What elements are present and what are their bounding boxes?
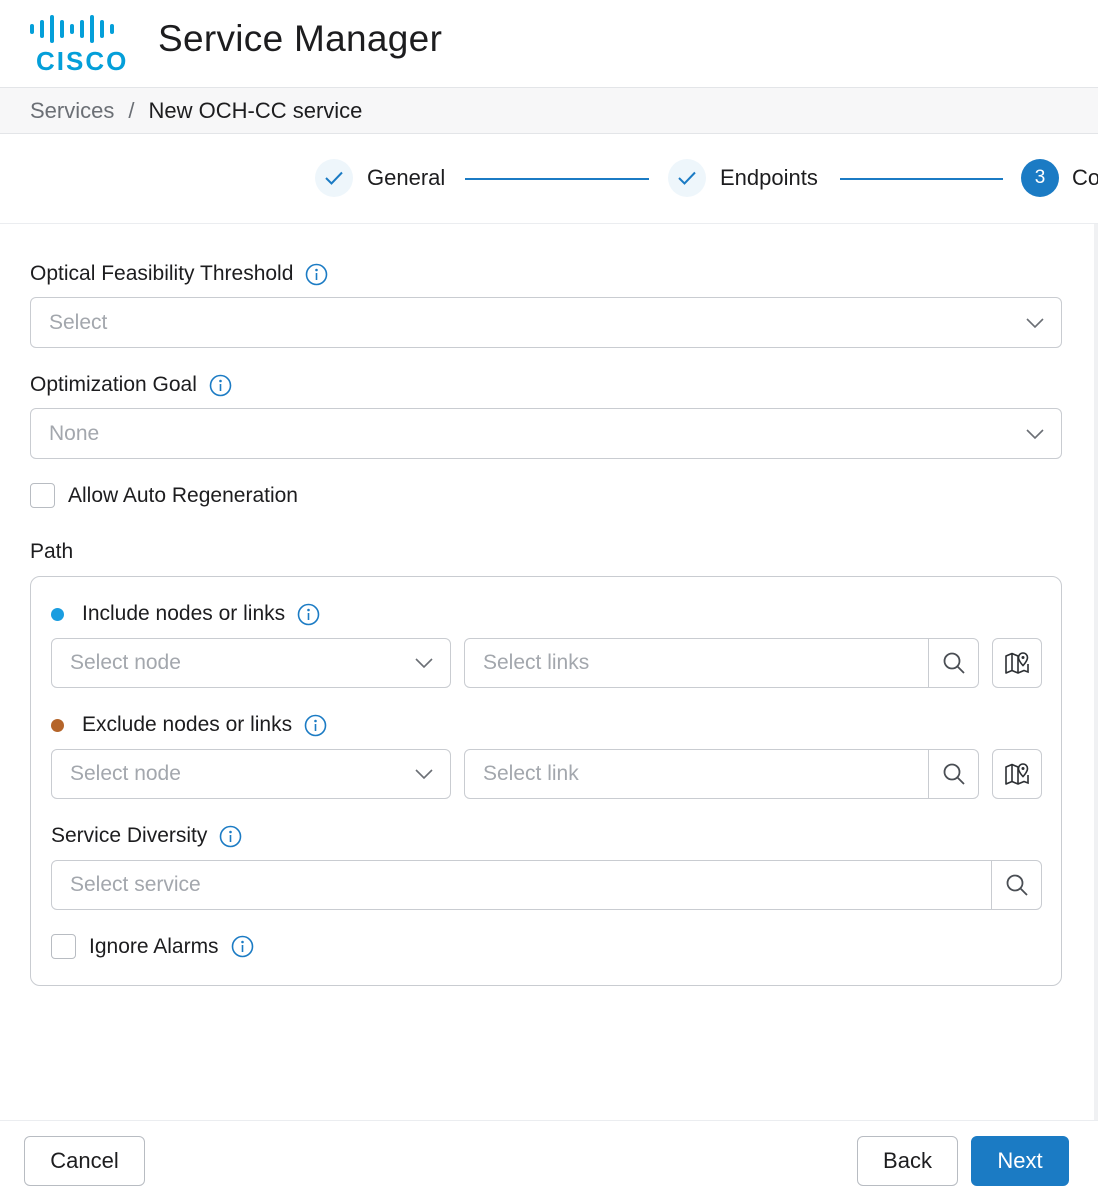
breadcrumb-current: New OCH-CC service (148, 97, 363, 123)
optimization-goal-label-text: Optimization Goal (30, 373, 197, 396)
ignore-alarms-label: Ignore Alarms (89, 934, 219, 958)
include-dot (51, 607, 64, 621)
auto-regeneration-row: Allow Auto Regeneration (30, 483, 298, 508)
exclude-node-placeholder: Select node (70, 762, 181, 785)
step-endpoints[interactable]: Endpoints (668, 158, 818, 198)
scrollbar-track[interactable] (1094, 224, 1098, 1120)
wizard-footer: Cancel Back Next (0, 1120, 1098, 1190)
auto-regeneration-label: Allow Auto Regeneration (68, 483, 298, 507)
checkmark-icon (325, 171, 343, 185)
map-pin-icon (1005, 652, 1029, 674)
search-icon (1006, 874, 1028, 896)
chevron-down-icon (415, 658, 433, 669)
breadcrumb: Services / New OCH-CC service (0, 88, 1098, 134)
constraints-form: Optical Feasibility Threshold Select Opt… (0, 224, 1098, 1120)
include-node-select[interactable]: Select node (51, 638, 451, 688)
exclude-dot (51, 718, 64, 732)
exclude-label-text: Exclude nodes or links (82, 713, 293, 736)
cancel-button[interactable]: Cancel (24, 1136, 145, 1186)
info-icon[interactable] (305, 263, 328, 286)
include-links-search-button[interactable] (928, 639, 978, 687)
service-diversity-search[interactable]: Select service (51, 860, 1042, 910)
include-links-placeholder: Select links (483, 651, 590, 674)
path-label: Path (30, 540, 74, 563)
info-icon[interactable] (297, 603, 320, 626)
optimization-goal-label: Optimization Goal (30, 373, 232, 397)
map-pin-icon (1005, 763, 1029, 785)
exclude-links-search[interactable]: Select link (464, 749, 979, 799)
service-manager-app: CISCO Service Manager Services / New OCH… (0, 0, 1098, 1190)
exclude-label: Exclude nodes or links (51, 713, 327, 737)
cisco-logo: CISCO (28, 14, 132, 76)
include-map-button[interactable] (992, 638, 1042, 688)
optical-threshold-select[interactable]: Select (30, 297, 1062, 348)
cisco-logo-bars (28, 14, 132, 44)
service-diversity-placeholder: Select service (70, 873, 201, 896)
service-diversity-label-text: Service Diversity (51, 824, 208, 847)
step-done-circle (668, 159, 706, 197)
info-icon[interactable] (231, 935, 254, 958)
search-icon (943, 763, 965, 785)
chevron-down-icon (415, 769, 433, 780)
app-header: CISCO Service Manager (0, 0, 1098, 88)
checkmark-icon (678, 171, 696, 185)
exclude-links-placeholder: Select link (483, 762, 579, 785)
optical-threshold-label: Optical Feasibility Threshold (30, 262, 328, 286)
app-title: Service Manager (158, 18, 443, 59)
optimization-goal-select[interactable]: None (30, 408, 1062, 459)
breadcrumb-services-link[interactable]: Services (30, 98, 114, 124)
info-icon[interactable] (304, 714, 327, 737)
wizard-stepper: General Endpoints 3 Co (0, 134, 1098, 224)
include-label-text: Include nodes or links (82, 602, 286, 625)
step-general[interactable]: General (315, 158, 445, 198)
back-button[interactable]: Back (857, 1136, 958, 1186)
auto-regeneration-checkbox[interactable] (30, 483, 55, 508)
ignore-alarms-row: Ignore Alarms (51, 934, 254, 959)
optimization-goal-value: None (49, 421, 100, 445)
service-diversity-label: Service Diversity (51, 824, 242, 848)
step-label: General (367, 165, 446, 190)
service-diversity-search-button[interactable] (991, 861, 1041, 909)
optical-threshold-label-text: Optical Feasibility Threshold (30, 262, 294, 285)
search-icon (943, 652, 965, 674)
info-icon[interactable] (219, 825, 242, 848)
step-number-circle: 3 (1021, 159, 1059, 197)
step-done-circle (315, 159, 353, 197)
next-button[interactable]: Next (971, 1136, 1069, 1186)
cisco-logo-wordmark: CISCO (36, 46, 129, 76)
step-current[interactable]: 3 Co (1021, 158, 1098, 198)
exclude-links-search-button[interactable] (928, 750, 978, 798)
exclude-map-button[interactable] (992, 749, 1042, 799)
include-label: Include nodes or links (51, 602, 320, 626)
exclude-node-select[interactable]: Select node (51, 749, 451, 799)
ignore-alarms-checkbox[interactable] (51, 934, 76, 959)
chevron-down-icon (1026, 428, 1044, 439)
breadcrumb-separator: / (128, 97, 135, 123)
info-icon[interactable] (209, 374, 232, 397)
step-connector (465, 178, 649, 180)
include-links-search[interactable]: Select links (464, 638, 979, 688)
chevron-down-icon (1026, 317, 1044, 328)
optical-threshold-value: Select (49, 310, 108, 334)
path-panel: Include nodes or links Select node Selec… (30, 576, 1062, 986)
include-node-placeholder: Select node (70, 651, 181, 674)
step-connector (840, 178, 1003, 180)
step-label: Endpoints (720, 165, 818, 190)
step-label: Co (1072, 165, 1098, 190)
